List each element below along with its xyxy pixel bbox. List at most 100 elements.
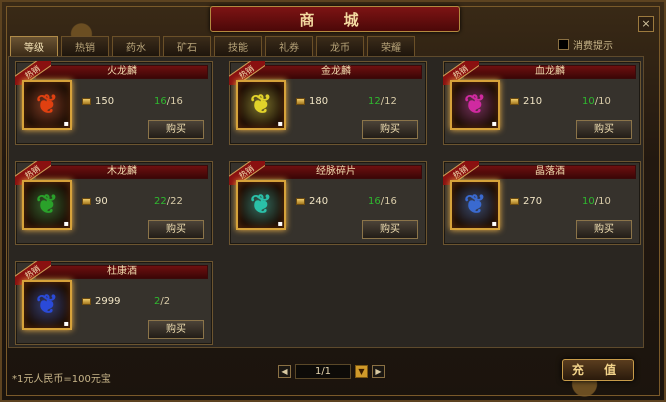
item-price: 150 [82,96,114,107]
stock-current: 16 [368,196,381,207]
ingot-icon [510,198,519,205]
item-card: 经脉碎片 热销 ❦ ▪ 240 16/16 购买 [229,161,427,245]
ingot-icon [82,298,91,305]
tab-potion[interactable]: 药水 [112,36,160,56]
tab-dragon-coin[interactable]: 龙币 [316,36,364,56]
item-stock: 22/22 [154,196,183,207]
buy-button[interactable]: 购买 [576,220,632,239]
price-value: 180 [309,96,329,107]
item-stock: 10/10 [582,96,611,107]
item-name: 经脉碎片 [250,165,422,179]
tab-skill[interactable]: 技能 [214,36,262,56]
item-thumbnail[interactable]: ❦ ▪ [450,80,500,130]
crystal-wine-icon: ❦ [464,190,486,220]
item-name: 晶落酒 [464,165,636,179]
ingot-icon [82,98,91,105]
item-thumbnail[interactable]: ❦ ▪ [236,180,286,230]
tab-voucher[interactable]: 礼券 [265,36,313,56]
item-thumbnail[interactable]: ❦ ▪ [22,280,72,330]
item-thumbnail[interactable]: ❦ ▪ [236,80,286,130]
item-price: 270 [510,196,542,207]
price-value: 90 [95,196,108,207]
item-card: 血龙麟 热销 ❦ ▪ 210 10/10 购买 [443,61,641,145]
item-card: 晶落酒 热销 ❦ ▪ 270 10/10 购买 [443,161,641,245]
ingot-icon [82,198,91,205]
stock-total: /12 [380,96,397,107]
window-title: 商 城 [299,10,371,29]
consume-prompt-checkbox[interactable] [558,39,569,50]
tab-ore[interactable]: 矿石 [163,36,211,56]
stock-total: /2 [160,296,171,307]
pagination: ◀ 1/1 ▼ ▶ [278,364,385,379]
next-page-button[interactable]: ▶ [372,365,385,378]
price-value: 240 [309,196,329,207]
bound-icon: ▪ [491,219,497,228]
item-thumbnail[interactable]: ❦ ▪ [450,180,500,230]
stock-total: /10 [594,196,611,207]
buy-button[interactable]: 购买 [148,320,204,339]
title-banner: 商 城 [210,6,460,32]
buy-button[interactable]: 购买 [148,120,204,139]
bound-icon: ▪ [63,219,69,228]
price-value: 150 [95,96,115,107]
item-thumbnail[interactable]: ❦ ▪ [22,80,72,130]
item-name: 火龙麟 [36,65,208,79]
item-price: 2999 [82,296,120,307]
item-name: 木龙麟 [36,165,208,179]
item-card: 金龙麟 热销 ❦ ▪ 180 12/12 购买 [229,61,427,145]
bound-icon: ▪ [491,119,497,128]
page-number: 1/1 [314,366,332,377]
blood-scale-icon: ❦ [464,90,486,120]
dukang-wine-icon: ❦ [36,290,58,320]
recharge-button[interactable]: 充 值 [562,359,634,381]
tab-honor[interactable]: 荣耀 [367,36,415,56]
stock-current: 10 [582,196,595,207]
item-thumbnail[interactable]: ❦ ▪ [22,180,72,230]
item-stock: 12/12 [368,96,397,107]
stock-current: 16 [154,96,167,107]
bound-icon: ▪ [277,119,283,128]
price-value: 210 [523,96,543,107]
close-button[interactable]: × [638,16,654,32]
bound-icon: ▪ [63,319,69,328]
stock-current: 12 [368,96,381,107]
ingot-icon [296,98,305,105]
price-value: 2999 [95,296,121,307]
exchange-rate: *1元人民币=100元宝 [12,374,111,385]
item-stock: 16/16 [368,196,397,207]
buy-button[interactable]: 购买 [576,120,632,139]
tab-hot[interactable]: 热销 [61,36,109,56]
buy-button[interactable]: 购买 [362,220,418,239]
item-card: 杜康酒 热销 ❦ ▪ 2999 2/2 购买 [15,261,213,345]
item-price: 180 [296,96,328,107]
consume-prompt-label: 消费提示 [573,41,613,52]
item-stock: 16/16 [154,96,183,107]
prev-page-button[interactable]: ◀ [278,365,291,378]
item-price: 90 [82,196,108,207]
fire-scale-icon: ❦ [36,90,58,120]
item-name: 杜康酒 [36,265,208,279]
tab-level[interactable]: 等级 [10,36,58,56]
wood-scale-icon: ❦ [36,190,58,220]
buy-button[interactable]: 购买 [362,120,418,139]
stock-total: /10 [594,96,611,107]
page-indicator: 1/1 [295,364,351,379]
item-grid: 火龙麟 热销 ❦ ▪ 150 16/16 购买 金龙麟 热销 ❦ ▪ 180 1… [8,56,644,348]
item-card: 火龙麟 热销 ❦ ▪ 150 16/16 购买 [15,61,213,145]
item-card: 木龙麟 热销 ❦ ▪ 90 22/22 购买 [15,161,213,245]
item-price: 240 [296,196,328,207]
item-stock: 2/2 [154,296,170,307]
exchange-rate-text: 1元人民币=100元宝 [17,374,111,385]
bound-icon: ▪ [277,219,283,228]
category-tabs: 等级 热销 药水 矿石 技能 礼券 龙币 荣耀 [10,36,415,56]
buy-button[interactable]: 购买 [148,220,204,239]
bound-icon: ▪ [63,119,69,128]
stock-current: 10 [582,96,595,107]
price-value: 270 [523,196,543,207]
consume-prompt: 消费提示 [558,37,613,52]
item-name: 血龙麟 [464,65,636,79]
stock-total: /16 [380,196,397,207]
stock-total: /22 [166,196,183,207]
page-dropdown-button[interactable]: ▼ [355,365,368,378]
stock-total: /16 [166,96,183,107]
